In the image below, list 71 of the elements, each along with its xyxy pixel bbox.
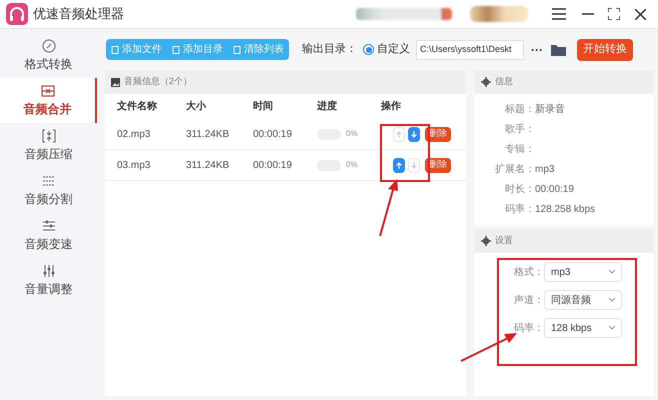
delete-button[interactable]: 删除 [425,158,451,172]
chevron-down-icon [609,298,615,302]
panel-title: 设置 [495,234,513,248]
dropdown[interactable]: mp3 [544,262,622,282]
maximize-icon[interactable] [608,8,620,20]
column-header: 操作 [381,100,402,114]
chevron-down-icon [609,326,615,330]
column-header: 大小 [186,100,207,114]
column-header: 文件名称 [117,100,158,114]
radio-option[interactable]: 自定义 [363,41,410,58]
table-cell: 00:00:19 [253,128,292,140]
window-title: 优速音频处理器 [33,5,124,24]
start-button[interactable]: 开始转换 [577,38,633,60]
field-label: 专辑： [505,144,535,154]
split-lines-icon [42,174,56,188]
field-value: 新录音 [535,102,565,116]
move-up-button[interactable] [393,158,405,172]
progress-text: 0% [346,128,358,140]
dropdown[interactable]: 128 kbps [544,318,622,338]
sidebar-item[interactable]: 音频分割 [0,168,97,213]
field-label: 时长： [505,184,535,194]
field-label: 码率： [514,322,544,336]
more-button[interactable]: ··· [531,40,543,58]
chevron-down-icon [609,270,615,274]
field-label: 标题： [505,104,535,114]
field-value: mp3 [535,162,554,176]
radio-button[interactable] [363,44,374,55]
progress-text: 0% [346,159,358,171]
field-label: 扩展名： [495,164,535,174]
arrow-up-icon [395,160,403,170]
annotation-arrow [377,178,401,238]
folder-icon[interactable] [551,44,566,56]
dropdown[interactable]: 同源音频 [544,290,622,310]
image-icon [111,78,120,86]
blurred-block [470,6,528,22]
sidebar-item[interactable]: 音频变速 [0,213,97,258]
file-icon [111,46,119,54]
table-cell: 03.mp3 [117,160,150,170]
headphones-logo [6,3,28,25]
minimize-icon[interactable] [582,13,594,15]
output-label: 输出目录： [302,42,357,58]
equalizer-icon [42,264,56,278]
arrow-up-icon [395,130,403,138]
move-down-button[interactable] [408,126,420,142]
field-label: 声道： [514,294,544,308]
path-field[interactable]: C:\Users\yssoft1\Deskt [416,40,524,60]
panel-title: 音频信息（2个） [124,75,192,88]
table-cell: 02.mp3 [117,128,150,140]
sidebar-item[interactable]: 音频合并 [0,78,97,123]
sidebar-item[interactable]: 音量调整 [0,258,97,303]
close-icon[interactable] [635,8,646,20]
field-label: 格式： [514,266,544,280]
compress-icon [42,128,56,142]
delete-button[interactable]: 删除 [425,126,451,142]
menu-icon[interactable] [552,8,566,20]
sliders-icon [42,218,56,232]
sidebar-item[interactable]: 音频压缩 [0,123,97,168]
arrow-down-icon [410,130,418,138]
field-label: 歌手： [505,124,535,134]
table-cell: 311.24KB [186,160,230,170]
table-cell: 311.24KB [186,128,230,140]
sidebar-item[interactable]: 格式转换 [0,33,97,78]
panel-title: 信息 [495,75,513,88]
field-value: 00:00:19 [535,182,574,196]
highlight-frame [380,124,430,182]
column-header: 时间 [253,100,274,114]
arrow-down-icon [410,160,418,170]
column-header: 进度 [317,99,338,114]
field-value: 128.258 kbps [535,202,596,216]
table-cell: 00:00:19 [253,160,292,170]
field-label: 码率： [505,204,535,214]
